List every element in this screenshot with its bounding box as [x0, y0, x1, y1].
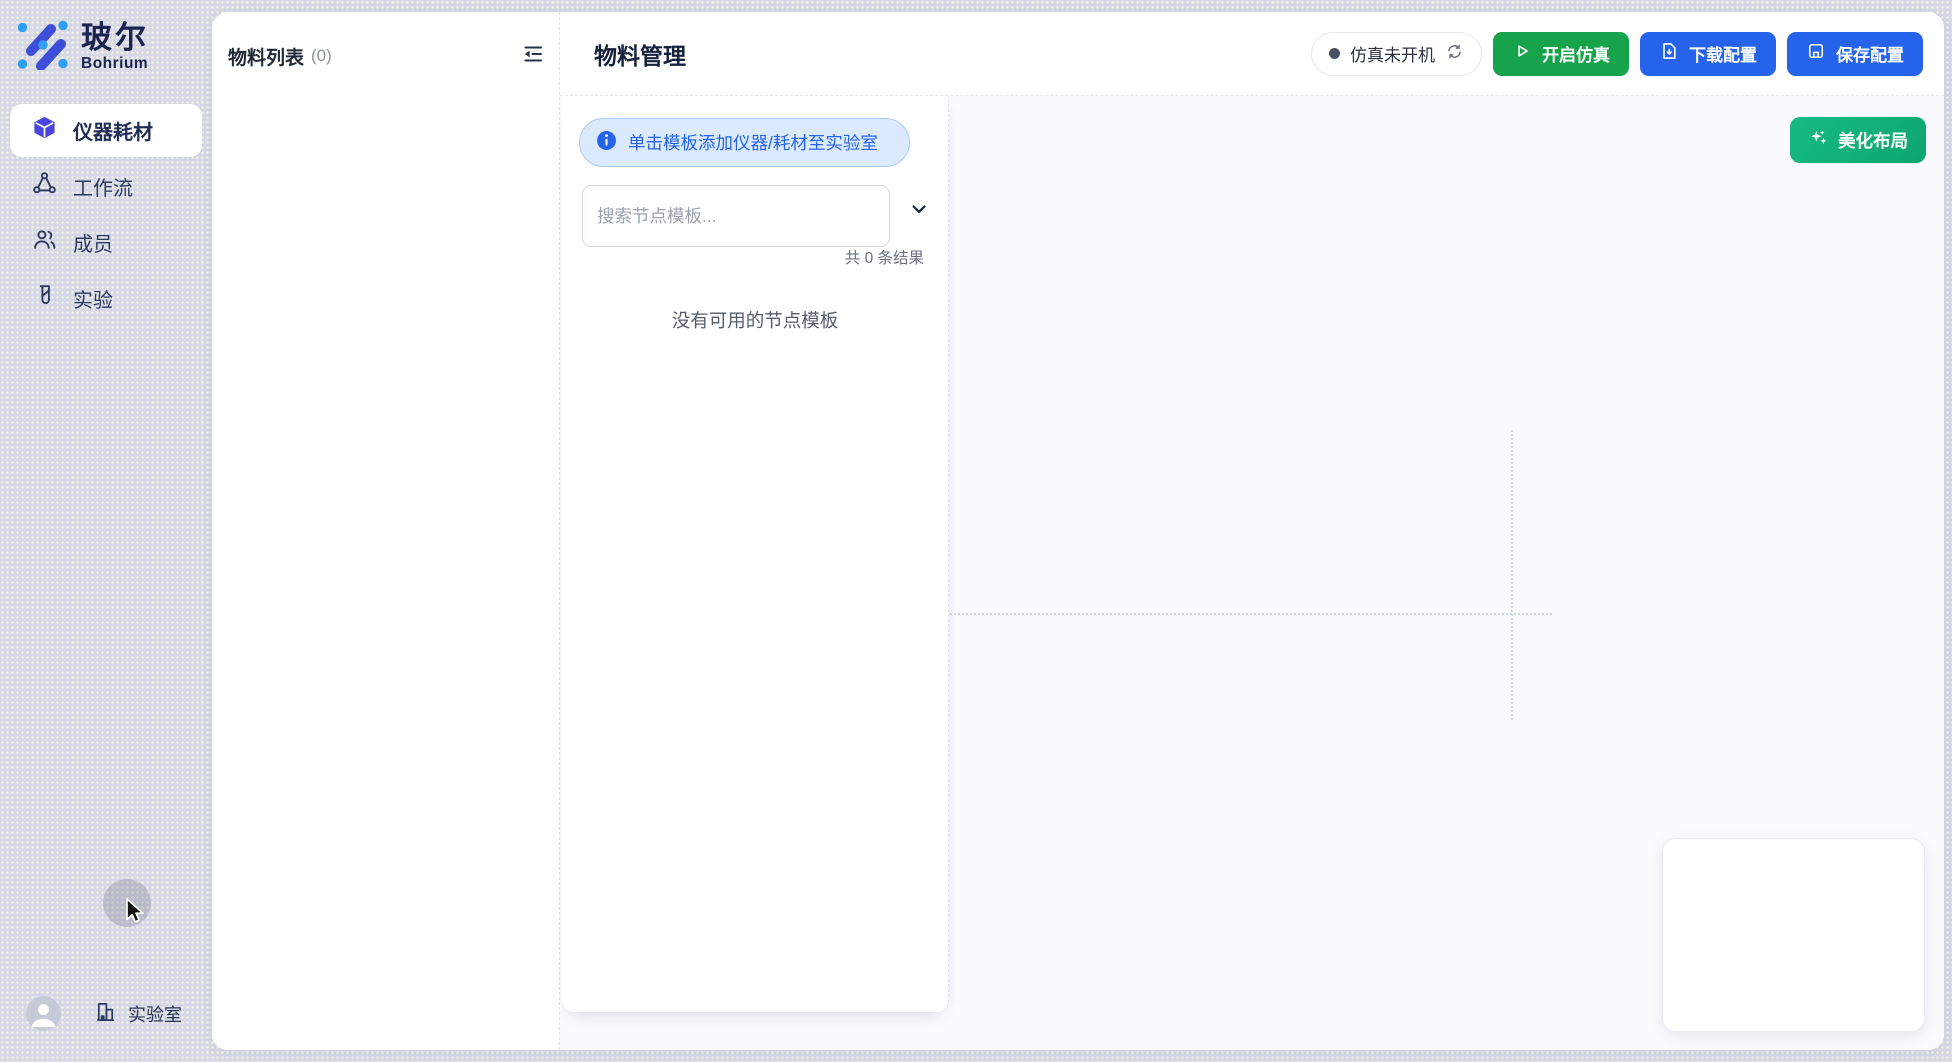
- canvas-guide-vertical: [1511, 430, 1513, 720]
- start-sim-label: 开启仿真: [1542, 41, 1610, 66]
- page: { "brand": { "name_zh": "玻尔", "name_en":…: [0, 0, 1952, 1062]
- brand: 玻尔 Bohrium: [17, 20, 149, 75]
- beautify-layout-button[interactable]: 美化布局: [1790, 117, 1926, 163]
- minimap-panel[interactable]: [1662, 838, 1925, 1032]
- play-icon: [1512, 41, 1532, 66]
- brand-name: 玻尔: [81, 22, 149, 55]
- materials-panel-title: 物料列表: [228, 43, 304, 70]
- lab-switcher[interactable]: 实验室: [94, 1000, 182, 1028]
- sidebar-item-workflow[interactable]: 工作流: [10, 160, 202, 213]
- materials-panel: 物料列表 (0): [212, 12, 560, 1050]
- collapse-panel-button[interactable]: [519, 42, 547, 70]
- workflow-icon: [32, 171, 57, 202]
- template-panel: 单击模板添加仪器/耗材至实验室 共 0 条结果 没有可用的节点模板: [562, 96, 949, 1012]
- beautify-layout-label: 美化布局: [1838, 128, 1908, 153]
- save-icon: [1806, 41, 1826, 66]
- expand-templates-button[interactable]: [906, 198, 932, 224]
- header-actions: 仿真未开机: [1311, 32, 1923, 76]
- page-title: 物料管理: [594, 37, 686, 71]
- download-config-label: 下载配置: [1689, 41, 1757, 66]
- status-dot-icon: [1329, 48, 1340, 59]
- user-avatar-icon[interactable]: [26, 996, 61, 1031]
- save-config-button[interactable]: 保存配置: [1787, 32, 1923, 76]
- save-config-label: 保存配置: [1836, 41, 1904, 66]
- sidebar-item-experiments[interactable]: 实验: [10, 272, 202, 325]
- sidebar: 玻尔 Bohrium 仪器耗材 工作流: [0, 0, 212, 1062]
- sim-status-pill[interactable]: 仿真未开机: [1311, 32, 1482, 76]
- brand-text: 玻尔 Bohrium: [81, 22, 149, 73]
- materials-count: (0): [311, 46, 332, 66]
- info-banner: 单击模板添加仪器/耗材至实验室: [579, 118, 910, 167]
- sidebar-footer: 实验室: [0, 996, 212, 1032]
- banner-text: 单击模板添加仪器/耗材至实验室: [628, 130, 878, 155]
- empty-templates-text: 没有可用的节点模板: [562, 307, 948, 333]
- canvas[interactable]: 美化布局 单击模板添加仪器/耗材至实验室: [560, 96, 1944, 1050]
- search-input[interactable]: [583, 206, 889, 227]
- lab-label: 实验室: [128, 1001, 182, 1027]
- sidebar-item-label: 成员: [73, 228, 113, 257]
- experiment-icon: [32, 283, 57, 314]
- materials-panel-header: 物料列表 (0): [212, 12, 559, 70]
- info-icon: [596, 130, 617, 156]
- cube-icon: [32, 115, 57, 146]
- start-sim-button[interactable]: 开启仿真: [1493, 32, 1629, 76]
- bohrium-logo-icon: [17, 20, 69, 75]
- file-download-icon: [1659, 41, 1679, 66]
- brand-subtitle: Bohrium: [81, 55, 149, 73]
- sidebar-nav: 仪器耗材 工作流 成员: [0, 104, 212, 325]
- status-label: 仿真未开机: [1350, 41, 1435, 66]
- sidebar-item-label: 实验: [73, 284, 113, 313]
- chevron-down-icon: [909, 199, 929, 224]
- main-area: 物料管理 仿真未开机: [560, 12, 1944, 1050]
- download-config-button[interactable]: 下载配置: [1640, 32, 1776, 76]
- sparkles-icon: [1808, 127, 1829, 153]
- results-count: 共 0 条结果: [845, 246, 924, 268]
- mouse-cursor: [121, 897, 147, 927]
- sidebar-item-instruments[interactable]: 仪器耗材: [10, 104, 202, 157]
- sidebar-item-label: 工作流: [73, 172, 133, 201]
- members-icon: [32, 227, 57, 258]
- content-card: 物料列表 (0) 物料管理 仿真未开机: [212, 12, 1944, 1050]
- menu-fold-icon: [521, 42, 545, 71]
- sidebar-item-label: 仪器耗材: [73, 116, 153, 145]
- refresh-icon[interactable]: [1445, 42, 1464, 66]
- main-header: 物料管理 仿真未开机: [560, 12, 1944, 96]
- search-box: [582, 185, 890, 247]
- building-icon: [94, 1000, 117, 1028]
- sidebar-item-members[interactable]: 成员: [10, 216, 202, 269]
